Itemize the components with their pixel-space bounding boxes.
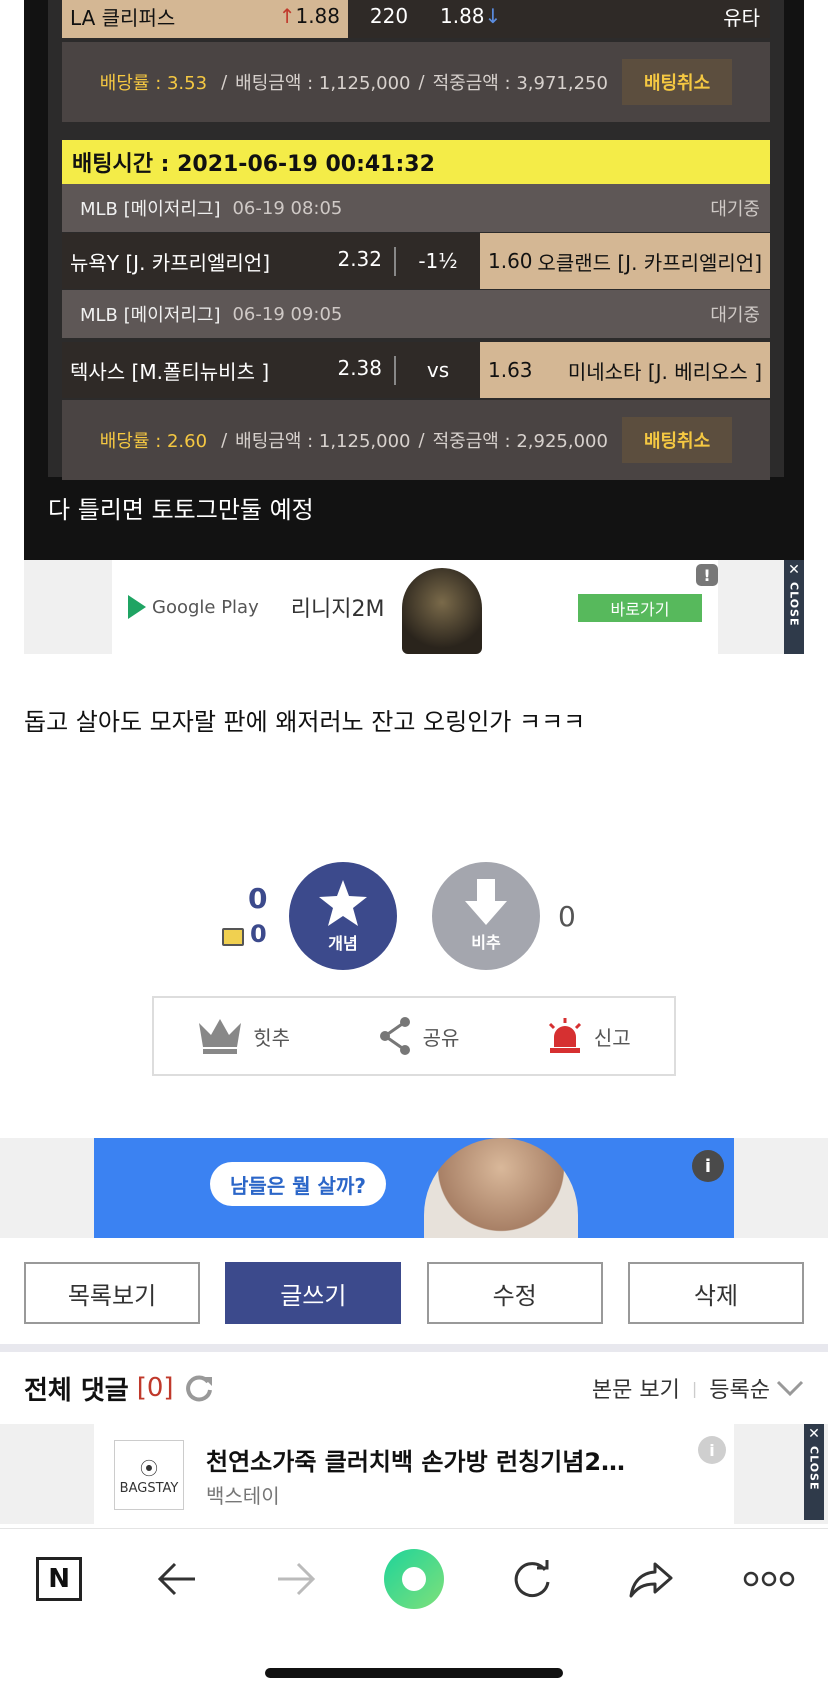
green-dot-button[interactable] [379, 1544, 449, 1614]
bet-cancel-button: 배팅취소 [621, 59, 733, 105]
ad-advertiser: 백스테이 [206, 1484, 280, 1508]
more-dots-icon [743, 1571, 795, 1586]
view-body-link[interactable]: 본문 보기 [592, 1372, 680, 1404]
arrow-right-icon [277, 1562, 315, 1595]
sort-dropdown[interactable]: 등록순 [709, 1372, 770, 1404]
mobile-vote-icon [222, 928, 244, 946]
star-icon [319, 880, 367, 926]
ad-info-icon[interactable]: i [692, 1150, 724, 1182]
league-row-2: MLB [메이저리그] 06-19 09:05 대기중 [62, 290, 770, 338]
write-button[interactable]: 글쓰기 [225, 1262, 402, 1324]
away-team: 유타 [723, 5, 760, 30]
post-actions: 힛추 공유 신고 [152, 996, 676, 1076]
comments-count: [0] [136, 1373, 174, 1403]
ad-info-icon[interactable]: ! [696, 564, 718, 586]
bet-cancel-button: 배팅취소 [621, 417, 733, 463]
comments-title: 전체 댓글 [24, 1375, 129, 1406]
naver-n-icon: N [36, 1556, 83, 1601]
ad-character-image [402, 568, 482, 654]
back-button[interactable] [142, 1544, 212, 1614]
upvote-button[interactable]: 개념 [289, 862, 397, 970]
ad-person-image [424, 1138, 578, 1238]
report-button[interactable]: 신고 [546, 1017, 631, 1055]
close-icon: ✕ [788, 562, 800, 578]
team-name: LA 클리퍼스 [70, 5, 176, 30]
green-dot-icon [383, 1548, 444, 1609]
bet-screenshot: LA 클리퍼스 ↑1.88 220 1.88↓ 유타 배당률 : 3.53 / … [24, 0, 804, 560]
divider: | [691, 1378, 698, 1398]
ad-content[interactable]: ⦿ BAGSTAY 천연소가죽 클러치백 손가방 런칭기념2… 백스테이 i [94, 1424, 734, 1524]
mobile-upvote-count: 0 [250, 920, 267, 948]
reload-button[interactable] [497, 1544, 567, 1614]
share-page-button[interactable] [616, 1544, 686, 1614]
share-icon [379, 1017, 410, 1055]
downvote-button[interactable]: 비추 [432, 862, 540, 970]
ad-content[interactable]: Google Play 리니지2M 바로가기 ! [112, 560, 718, 654]
image-caption: 다 틀리면 토토그만둘 예정 [48, 496, 314, 524]
google-play-badge: Google Play [128, 595, 259, 619]
close-icon: ✕ [808, 1426, 820, 1442]
ad-info-icon[interactable]: i [698, 1436, 726, 1464]
section-divider [0, 1344, 828, 1352]
top-match-row: LA 클리퍼스 ↑1.88 220 1.88↓ 유타 [62, 0, 770, 38]
google-play-icon [128, 595, 146, 619]
delete-button[interactable]: 삭제 [627, 1262, 804, 1324]
crown-icon [199, 1019, 242, 1054]
match-row-2: 텍사스 [M.폴티뉴비츠 ] 2.38 vs 1.63 미네소타 [J. 베리오… [62, 342, 770, 398]
bet-summary-1: 배당률 : 3.53 / 배팅금액 : 1,125,000 / 적중금액 : 3… [62, 42, 770, 122]
naver-home-button[interactable]: N [24, 1544, 94, 1614]
ad-banner-shopping[interactable]: 남들은 뭘 살까? i [0, 1138, 828, 1238]
bet-panel: LA 클리퍼스 ↑1.88 220 1.88↓ 유타 배당률 : 3.53 / … [48, 0, 784, 480]
refresh-icon[interactable] [184, 1373, 214, 1403]
ad-go-button[interactable]: 바로가기 [578, 594, 702, 622]
browser-toolbar: N [0, 1528, 828, 1628]
ad-title: 천연소가죽 클러치백 손가방 런칭기념2… [206, 1448, 626, 1476]
chevron-down-icon[interactable] [776, 1379, 804, 1397]
more-button[interactable] [734, 1544, 804, 1614]
post-buttons: 목록보기 글쓰기 수정 삭제 [24, 1262, 804, 1324]
post-body-text: 돕고 살아도 모자랄 판에 왜저러노 잔고 오링인가 ㅋㅋㅋ [24, 708, 586, 736]
reload-icon [514, 1559, 550, 1597]
comments-header: 전체 댓글 [0] 본문 보기 | 등록순 [24, 1366, 804, 1410]
ad-close-button[interactable]: ✕ CLOSE [784, 560, 804, 654]
ad-speech-bubble: 남들은 뭘 살까? [210, 1162, 386, 1206]
upvote-count: 0 [248, 882, 268, 915]
match-row-1: 뉴욕Y [J. 카프리엘리언] 2.32 -1½ 1.60 오클랜드 [J. 카… [62, 233, 770, 289]
home-indicator[interactable] [265, 1668, 563, 1678]
bet-time: 배팅시간 : 2021-06-19 00:41:32 [62, 140, 770, 184]
downvote-count: 0 [558, 900, 576, 933]
down-arrow-icon: ↓ [484, 4, 502, 28]
hit-recommend-button[interactable]: 힛추 [197, 1017, 290, 1055]
ad-content[interactable]: 남들은 뭘 살까? i [94, 1138, 734, 1238]
ad-close-button[interactable]: ✕ CLOSE [804, 1424, 824, 1520]
share-arrow-icon [629, 1562, 673, 1597]
forward-button[interactable] [261, 1544, 331, 1614]
handicap-value: 220 [348, 0, 430, 38]
ad-title: 리니지2M [290, 597, 385, 622]
bet-summary-2: 배당률 : 2.60 / 배팅금액 : 1,125,000 / 적중금액 : 2… [62, 400, 770, 480]
edit-button[interactable]: 수정 [426, 1262, 603, 1324]
ad-banner-bagstay[interactable]: ⦿ BAGSTAY 천연소가죽 클러치백 손가방 런칭기념2… 백스테이 i ✕… [0, 1424, 828, 1524]
arrow-down-icon [465, 879, 507, 925]
up-arrow-icon: ↑ [278, 4, 296, 28]
ad-banner-lineage[interactable]: Google Play 리니지2M 바로가기 ! ✕ CLOSE [24, 560, 804, 654]
siren-icon [548, 1018, 581, 1053]
arrow-left-icon [158, 1562, 196, 1595]
share-button[interactable]: 공유 [377, 1016, 459, 1056]
bagstay-logo: ⦿ BAGSTAY [114, 1440, 184, 1510]
league-row-1: MLB [메이저리그] 06-19 08:05 대기중 [62, 184, 770, 232]
list-button[interactable]: 목록보기 [24, 1262, 200, 1324]
